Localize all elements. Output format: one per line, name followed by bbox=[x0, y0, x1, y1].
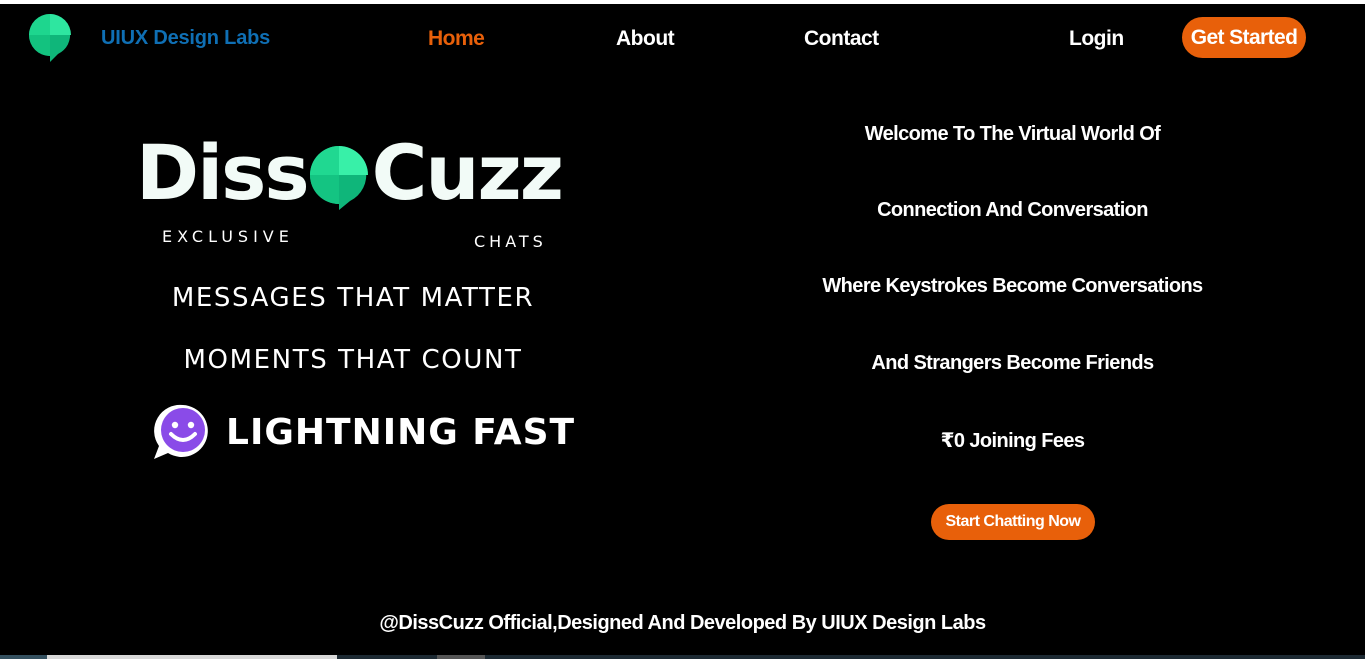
logo-icon[interactable] bbox=[28, 13, 72, 63]
chat-bubble-icon bbox=[309, 146, 368, 210]
start-chatting-button[interactable]: Start Chatting Now bbox=[931, 504, 1095, 540]
nav-home[interactable]: Home bbox=[428, 27, 485, 51]
hero-line-1: Welcome To The Virtual World Of bbox=[864, 123, 1161, 145]
scrollbar-segment bbox=[437, 655, 485, 659]
chats-label: CHATS bbox=[474, 232, 547, 251]
nav-login[interactable]: Login bbox=[1069, 27, 1124, 51]
scrollbar-thumb[interactable] bbox=[47, 655, 337, 659]
top-strip bbox=[0, 0, 1365, 4]
brand-link[interactable]: UIUX Design Labs bbox=[101, 27, 270, 50]
hero-line-3: Where Keystrokes Become Conversations bbox=[822, 275, 1203, 297]
horizontal-scrollbar[interactable] bbox=[0, 655, 1365, 659]
footer-credit: @DissCuzz Official,Designed And Develope… bbox=[379, 612, 986, 634]
page: UIUX Design Labs Home About Contact Logi… bbox=[0, 0, 1365, 659]
feature-text: LIGHTNING FAST bbox=[226, 411, 576, 453]
joining-fees-text: ₹0 Joining Fees bbox=[940, 430, 1085, 452]
scrollbar-left-track bbox=[0, 655, 47, 659]
tagline-messages: MESSAGES THAT MATTER bbox=[171, 283, 535, 313]
feature-row: LIGHTNING FAST bbox=[150, 402, 575, 462]
hero-line-4: And Strangers Become Friends bbox=[871, 352, 1154, 374]
smiley-chat-icon bbox=[154, 404, 208, 459]
exclusive-label: EXCLUSIVE bbox=[162, 227, 294, 246]
wordmark-left: Diss bbox=[136, 128, 310, 217]
wordmark-right: Cuzz bbox=[371, 128, 564, 217]
hero-line-2: Connection And Conversation bbox=[877, 199, 1148, 221]
disscuzz-logo: Diss Cuzz EXCLUSIVE CHATS bbox=[136, 135, 568, 255]
nav-contact[interactable]: Contact bbox=[804, 27, 879, 51]
get-started-button[interactable]: Get Started bbox=[1182, 17, 1306, 58]
tagline-moments: MOMENTS THAT COUNT bbox=[183, 345, 523, 375]
nav-about[interactable]: About bbox=[616, 27, 675, 51]
